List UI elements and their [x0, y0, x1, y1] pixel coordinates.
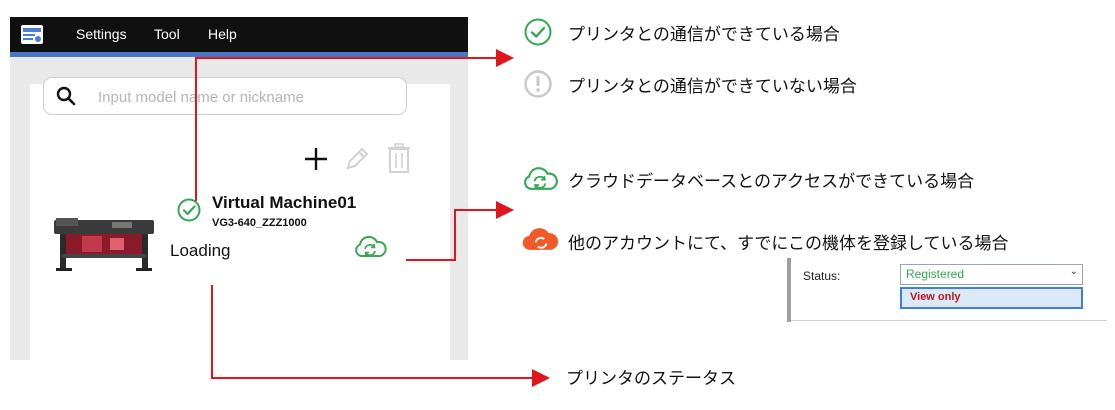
app-window: Settings Tool Help: [10, 17, 468, 360]
status-select[interactable]: Registered ⌄: [900, 264, 1083, 285]
cloud-sync-icon[interactable]: [352, 233, 388, 259]
status-panel-divider: [791, 320, 1107, 321]
machine-model: VG3-640_ZZZ1000: [212, 217, 307, 229]
status-selected-value: Registered: [906, 267, 965, 281]
exclamation-circle-icon: [524, 70, 552, 98]
legend-cloud-connected-text: クラウドデータベースとのアクセスができている場合: [568, 172, 975, 192]
chevron-down-icon[interactable]: ⌄: [1070, 266, 1078, 277]
check-circle-icon: [524, 18, 552, 46]
check-circle-icon: [177, 198, 201, 222]
legend-connected-text: プリンタとの通信ができている場合: [568, 25, 840, 45]
menubar: Settings Tool Help: [10, 17, 468, 52]
printer-image: [54, 218, 154, 271]
cloud-orange-icon: [522, 228, 559, 250]
legend-cloud-other-account-text: 他のアカウントにて、すでにこの機体を登録している場合: [568, 234, 1009, 254]
status-panel: Status: Registered ⌄ View only: [787, 258, 1107, 322]
status-label: Status:: [803, 269, 841, 283]
search-icon: [56, 86, 76, 106]
edit-icon[interactable]: [343, 145, 371, 173]
status-panel-edge: [787, 258, 791, 322]
menu-help[interactable]: Help: [208, 26, 237, 42]
status-option-label: View only: [910, 291, 961, 303]
menu-tool[interactable]: Tool: [154, 26, 180, 42]
machine-name[interactable]: Virtual Machine01: [212, 193, 356, 213]
search-input[interactable]: [98, 87, 388, 107]
cloud-sync-icon: [524, 167, 558, 190]
menu-settings[interactable]: Settings: [76, 26, 127, 42]
delete-icon[interactable]: [386, 142, 412, 174]
accent-bar: [10, 52, 468, 57]
add-icon[interactable]: [303, 146, 329, 172]
status-option-view-only[interactable]: View only: [900, 287, 1083, 309]
app-logo-icon[interactable]: [20, 24, 44, 45]
legend-disconnected-text: プリンタとの通信ができていない場合: [568, 77, 857, 97]
legend-printer-status-text: プリンタのステータス: [566, 369, 736, 389]
search-box[interactable]: [43, 77, 407, 115]
printer-status-text: Loading: [170, 241, 231, 260]
